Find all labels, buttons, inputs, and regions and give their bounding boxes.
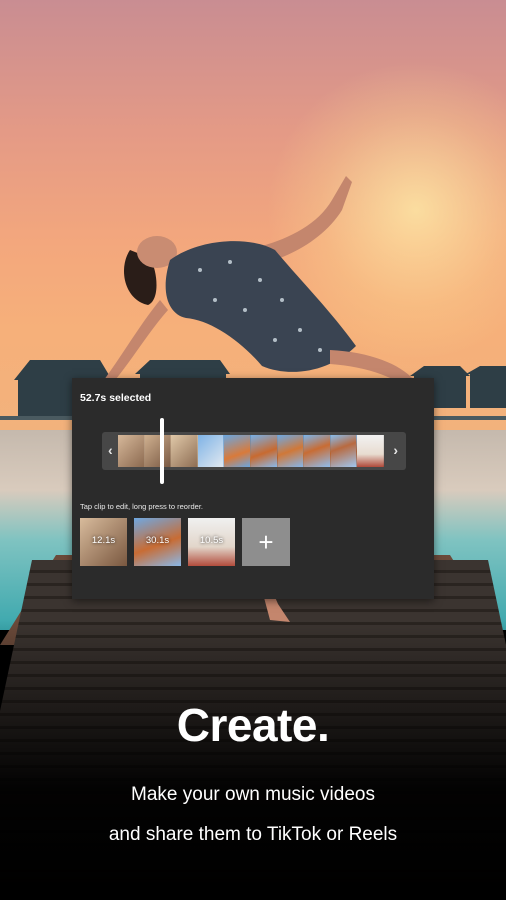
- clip-thumbnail[interactable]: 12.1s: [80, 518, 127, 566]
- subheadline-line-1: Make your own music videos: [131, 784, 375, 805]
- timeline-frame: [304, 435, 331, 467]
- chevron-right-icon[interactable]: ›: [393, 442, 398, 458]
- clip-list: 12.1s 30.1s 10.5s +: [80, 518, 290, 566]
- clip-duration: 12.1s: [91, 535, 116, 546]
- selection-duration-label: 52.7s selected: [80, 392, 152, 404]
- clip-hint-text: Tap clip to edit, long press to reorder.: [80, 502, 203, 511]
- timeline-frames: [118, 435, 384, 467]
- timeline-playhead[interactable]: [160, 418, 164, 484]
- timeline-frame: [171, 435, 198, 467]
- timeline-frame: [118, 435, 145, 467]
- plus-icon: +: [258, 527, 274, 557]
- timeline-frame: [330, 435, 358, 467]
- timeline-frame: [357, 435, 384, 467]
- clip-thumbnail[interactable]: 10.5s: [188, 518, 235, 566]
- timeline-frame: [144, 435, 172, 467]
- chevron-left-icon[interactable]: ‹: [108, 442, 113, 458]
- clip-duration: 10.5s: [199, 535, 224, 546]
- timeline-frame: [250, 435, 278, 467]
- subheadline-line-2: and share them to TikTok or Reels: [108, 824, 398, 845]
- timeline-frame: [277, 435, 305, 467]
- bottom-gradient: [0, 620, 506, 900]
- headline: Create.: [176, 699, 330, 751]
- timeline-frame: [197, 435, 225, 467]
- add-clip-button[interactable]: +: [242, 518, 290, 566]
- video-editor-panel: 52.7s selected ‹ › Tap clip to edit, lon…: [72, 378, 434, 599]
- clip-thumbnail[interactable]: 30.1s: [134, 518, 181, 566]
- timeline-frame: [224, 435, 251, 467]
- clip-duration: 30.1s: [145, 535, 170, 546]
- clip-timeline[interactable]: ‹ ›: [102, 432, 406, 470]
